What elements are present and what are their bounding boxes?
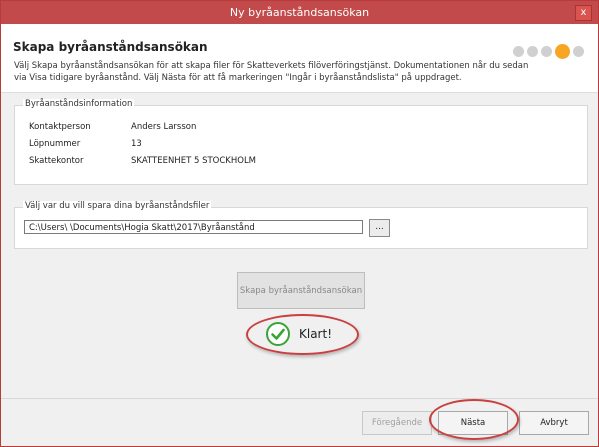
info-row-office: Skattekontor SKATTEENHET 5 STOCKHOLM	[29, 156, 256, 166]
step-dot-active	[555, 44, 570, 59]
step-dot	[513, 46, 524, 57]
step-dot	[527, 46, 538, 57]
annotation-circle-next	[429, 399, 519, 440]
info-value: Anders Larsson	[131, 122, 197, 132]
info-value: SKATTEENHET 5 STOCKHOLM	[131, 156, 257, 166]
save-path-input[interactable]: C:\Users\ \Documents\Hogia Skatt\2017\By…	[24, 220, 363, 234]
step-indicator	[510, 44, 584, 59]
info-label: Löpnummer	[29, 139, 81, 149]
info-group-legend: Byråanståndsinformation	[23, 99, 135, 109]
info-label: Skattekontor	[29, 156, 84, 166]
wizard-description: Välj Skapa byråanståndsansökan för att s…	[14, 61, 529, 83]
footer-divider	[1, 398, 598, 399]
step-dot	[541, 46, 552, 57]
checkmark-icon	[266, 322, 290, 346]
dialog-window: Ny byråanståndsansökan x Skapa byråanstå…	[0, 0, 599, 447]
browse-button[interactable]: ...	[369, 219, 390, 237]
close-button[interactable]: x	[575, 5, 592, 21]
cancel-button[interactable]: Avbryt	[519, 411, 589, 435]
wizard-title: Skapa byråanståndsansökan	[13, 40, 208, 54]
info-row-number: Löpnummer 13	[29, 139, 142, 149]
window-title: Ny byråanståndsansökan	[229, 6, 370, 19]
status-text: Klart!	[299, 327, 333, 341]
create-application-button[interactable]: Skapa byråanståndsansökan	[237, 272, 365, 309]
info-row-contact: Kontaktperson Anders Larsson	[29, 122, 196, 132]
step-dot	[573, 46, 584, 57]
previous-button[interactable]: Föregående	[362, 411, 432, 435]
info-label: Kontaktperson	[29, 122, 91, 132]
info-value: 13	[131, 139, 142, 149]
wizard-header: Skapa byråanståndsansökan Välj Skapa byr…	[1, 24, 598, 93]
title-bar[interactable]: Ny byråanståndsansökan x	[1, 1, 598, 24]
path-group-legend: Välj var du vill spara dina byråanstånds…	[23, 201, 212, 211]
info-group: Byråanståndsinformation Kontaktperson And…	[14, 99, 588, 185]
